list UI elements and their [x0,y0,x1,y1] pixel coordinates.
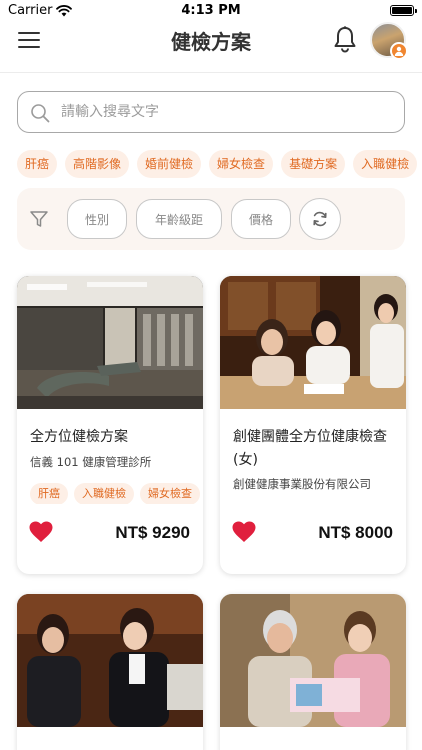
tag-chip[interactable]: 肝癌 [17,150,58,178]
user-avatar[interactable] [370,22,408,60]
clinic-lobby-photo [17,276,203,409]
tag-chip[interactable]: 入職健檢 [353,150,418,178]
page-title: 健檢方案 [171,30,251,54]
gender-filter-button[interactable]: 性別 [67,199,127,239]
refresh-icon [313,211,327,227]
plan-tag: 入職健檢 [74,483,134,504]
refresh-button[interactable] [299,198,341,240]
app-header: 健檢方案 [0,22,422,72]
plan-title: 創健團體全方位健康檢查(女) [233,429,387,468]
plan-tag-list: 肝癌 入職健檢 婦女檢查 [30,482,203,504]
plan-card[interactable]: 創健團體全方位健康檢查(女) 創健健康事業股份有限公司 NT$ 8000 [220,276,406,574]
plan-price: NT$ 8000 [318,523,393,542]
header-divider [0,72,422,73]
status-time: 4:13 PM [181,3,241,18]
notification-button[interactable] [332,25,358,53]
filter-panel: 性別 年齡級距 價格 [17,188,405,250]
reception-photo [17,594,203,727]
clinic-name: 創健健康事業股份有限公司 [233,477,371,491]
favorite-heart-icon[interactable] [29,521,53,543]
tag-chip[interactable]: 高階影像 [65,150,130,178]
category-tag-row: 肝癌 高階影像 婚前健檢 婦女檢查 基礎方案 入職健檢 [17,150,422,180]
plan-card[interactable] [220,594,406,750]
status-bar: Carrier 4:13 PM [0,0,422,22]
age-filter-button[interactable]: 年齡級距 [136,199,222,239]
favorite-heart-icon[interactable] [232,521,256,543]
consultation-photo [220,276,406,409]
tag-chip[interactable]: 婚前健檢 [137,150,202,178]
tag-chip[interactable]: 基礎方案 [281,150,346,178]
user-badge-icon [390,42,408,60]
plan-tag: 肝癌 [30,483,68,504]
search-bar[interactable] [17,91,405,133]
price-filter-button[interactable]: 價格 [231,199,291,239]
plan-tag: 婦女檢查 [140,483,200,504]
bell-icon [334,26,356,53]
search-input[interactable] [61,92,391,132]
brochure-photo [220,594,406,727]
plan-price: NT$ 9290 [115,523,190,542]
plan-card[interactable] [17,594,203,750]
search-icon [31,104,50,123]
plan-title: 全方位健檢方案 [30,429,128,445]
tag-chip[interactable]: 婦女檢查 [209,150,274,178]
plan-card[interactable]: 全方位健檢方案 信義 101 健康管理診所 肝癌 入職健檢 婦女檢查 NT$ 929… [17,276,203,574]
person-icon [394,46,404,56]
filter-icon[interactable] [29,209,49,229]
battery-icon [390,5,417,16]
clinic-name: 信義 101 健康管理診所 [30,455,152,469]
